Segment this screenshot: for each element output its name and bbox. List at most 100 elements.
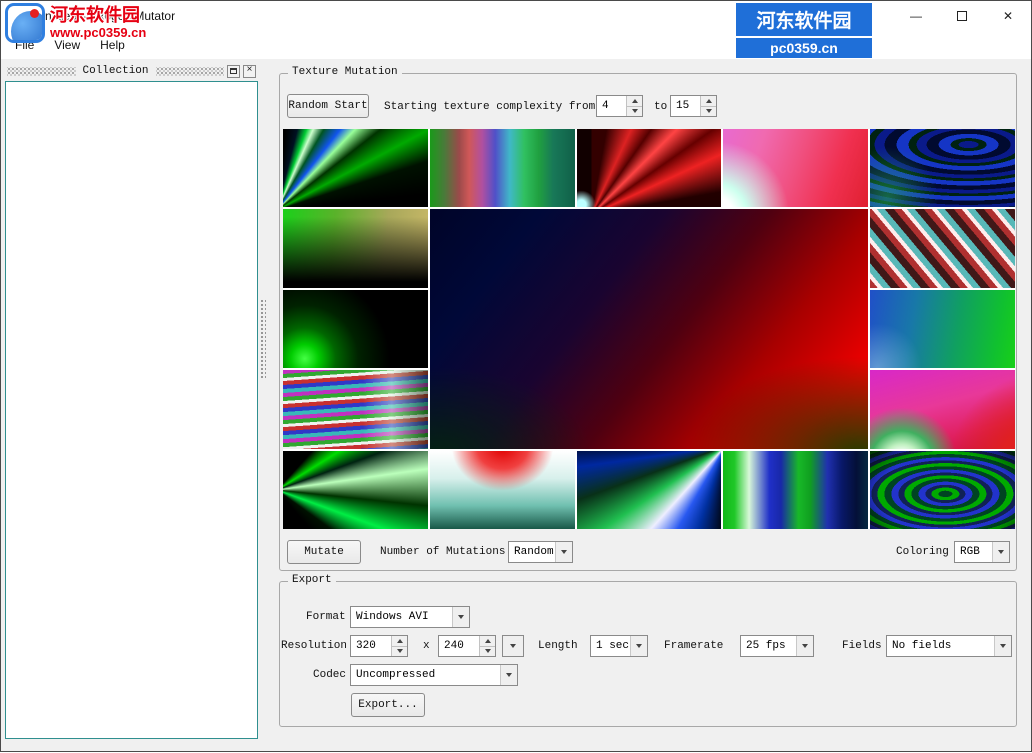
texture-thumbnail-5[interactable]: [870, 129, 1015, 207]
texture-thumbnail-7[interactable]: [870, 209, 1015, 287]
spin-down-button[interactable]: [700, 107, 716, 117]
resolution-preset-combo[interactable]: [502, 635, 524, 657]
resolution-height-spinner[interactable]: 240: [438, 635, 496, 657]
format-combo[interactable]: Windows AVI: [350, 606, 470, 628]
complexity-to-spinner[interactable]: 15: [670, 95, 717, 117]
texture-mutation-group: Texture Mutation Random Start Starting t…: [279, 73, 1017, 571]
spin-up-button[interactable]: [479, 636, 495, 647]
mutations-combo[interactable]: Random: [508, 541, 573, 563]
watermark-left-url: www.pc0359.cn: [50, 26, 146, 41]
close-button[interactable]: ✕: [985, 1, 1031, 31]
framerate-combo[interactable]: 25 fps: [740, 635, 814, 657]
texture-thumbnail-9[interactable]: [870, 290, 1015, 368]
texture-thumbnail-6[interactable]: [283, 209, 428, 287]
minimize-button[interactable]: —: [893, 1, 939, 31]
codec-combo[interactable]: Uncompressed: [350, 664, 518, 686]
panel-splitter[interactable]: [260, 299, 266, 379]
dock-close-icon: ×: [247, 66, 253, 76]
random-start-button[interactable]: Random Start: [287, 94, 369, 118]
texture-thumbnail-15[interactable]: [723, 451, 868, 529]
maximize-icon: [957, 11, 967, 21]
spin-up-icon: [632, 99, 638, 103]
chevron-down-icon: [503, 636, 523, 656]
spin-down-button[interactable]: [391, 647, 407, 657]
dock-hatch-right: [156, 67, 225, 76]
title-bar: [Untitled] - Axogon Mutator — ✕: [1, 1, 1031, 31]
framerate-value: 25 fps: [741, 636, 796, 656]
framerate-label: Framerate: [664, 640, 723, 652]
watermark-right-url: pc0359.cn: [736, 38, 872, 58]
collection-panel-header[interactable]: Collection ×: [5, 63, 258, 79]
codec-value: Uncompressed: [351, 665, 500, 685]
texture-thumbnail-11[interactable]: [870, 370, 1015, 448]
to-label: to: [654, 101, 667, 113]
texture-preview-main[interactable]: [430, 209, 868, 448]
spin-up-button[interactable]: [626, 96, 642, 107]
chevron-down-icon: [555, 542, 572, 562]
length-combo[interactable]: 1 sec: [590, 635, 648, 657]
complexity-from-spinner[interactable]: 4: [596, 95, 643, 117]
spin-up-button[interactable]: [700, 96, 716, 107]
length-label: Length: [538, 640, 578, 652]
spin-up-icon: [397, 639, 403, 643]
format-label: Format: [306, 611, 346, 623]
export-group-title: Export: [288, 574, 336, 586]
texture-thumbnail-14[interactable]: [577, 451, 722, 529]
chevron-down-icon: [992, 542, 1009, 562]
chevron-down-icon: [452, 607, 469, 627]
spin-down-icon: [397, 649, 403, 653]
watermark-left-name: 河东软件园: [50, 5, 146, 26]
length-value: 1 sec: [591, 636, 630, 656]
texture-thumbnail-13[interactable]: [430, 451, 575, 529]
watermark-left: 河东软件园 www.pc0359.cn: [5, 3, 146, 43]
float-icon: [230, 68, 237, 74]
resolution-label: Resolution: [281, 640, 347, 652]
texture-thumbnail-8[interactable]: [283, 290, 428, 368]
resolution-width-spinner[interactable]: 320: [350, 635, 408, 657]
spin-down-button[interactable]: [479, 647, 495, 657]
mutate-button[interactable]: Mutate: [287, 540, 361, 564]
codec-label: Codec: [313, 669, 346, 681]
coloring-label: Coloring: [896, 546, 949, 558]
texture-thumbnail-1[interactable]: [283, 129, 428, 207]
texture-thumbnail-10[interactable]: [283, 370, 428, 448]
export-group: Export Format Windows AVI Resolution 320…: [279, 581, 1017, 727]
resolution-width-value: 320: [351, 636, 391, 656]
spin-down-button[interactable]: [626, 107, 642, 117]
complexity-to-value: 15: [671, 96, 700, 116]
spin-up-button[interactable]: [391, 636, 407, 647]
coloring-combo[interactable]: RGB: [954, 541, 1010, 563]
spin-down-icon: [632, 109, 638, 113]
menu-bar: File View Help: [1, 31, 1031, 59]
complexity-label: Starting texture complexity from: [384, 101, 595, 113]
chevron-down-icon: [630, 636, 647, 656]
export-button[interactable]: Export...: [351, 693, 425, 717]
spin-up-icon: [706, 99, 712, 103]
spin-down-icon: [706, 109, 712, 113]
app-window: [Untitled] - Axogon Mutator — ✕ File Vie…: [0, 0, 1032, 752]
dock-float-button[interactable]: [227, 65, 240, 78]
collection-panel: Collection ×: [5, 63, 258, 739]
collection-panel-title: Collection: [79, 65, 153, 77]
texture-thumbnail-4[interactable]: [723, 129, 868, 207]
maximize-button[interactable]: [939, 1, 985, 31]
main-area: Collection × Texture Mutation Random Sta…: [1, 59, 1031, 751]
dock-close-button[interactable]: ×: [243, 65, 256, 78]
close-icon: ✕: [1003, 9, 1013, 23]
chevron-down-icon: [796, 636, 813, 656]
right-pane: Texture Mutation Random Start Starting t…: [273, 63, 1025, 753]
texture-thumbnail-3[interactable]: [577, 129, 722, 207]
texture-thumbnail-16[interactable]: [870, 451, 1015, 529]
texture-thumbnail-2[interactable]: [430, 129, 575, 207]
watermark-right-name: 河东软件园: [736, 3, 872, 36]
mutations-value: Random: [509, 542, 555, 562]
collection-list[interactable]: [5, 81, 258, 739]
fields-combo[interactable]: No fields: [886, 635, 1012, 657]
minimize-icon: —: [910, 9, 922, 23]
spin-up-icon: [485, 639, 491, 643]
resolution-height-value: 240: [439, 636, 479, 656]
texture-thumbnail-12[interactable]: [283, 451, 428, 529]
format-value: Windows AVI: [351, 607, 452, 627]
fields-label: Fields: [842, 640, 882, 652]
texture-mutation-group-title: Texture Mutation: [288, 66, 402, 78]
